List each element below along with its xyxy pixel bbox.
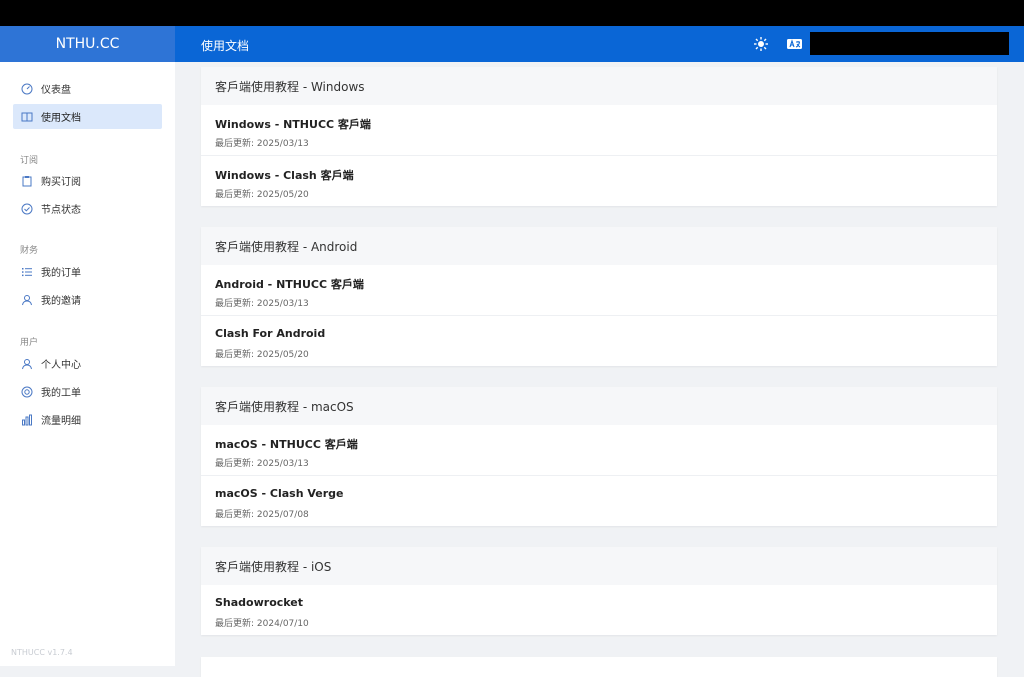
sidebar-item-label: 购买订阅 xyxy=(41,177,81,188)
check-circle-icon xyxy=(21,203,33,214)
user-menu[interactable] xyxy=(810,32,1009,55)
doc-title: Clash For Android xyxy=(215,327,326,340)
doc-updated-date: 最后更新: 2024/07/10 xyxy=(215,619,309,629)
sidebar-item-label: 我的工单 xyxy=(41,388,81,399)
sidebar-item-label: 流量明细 xyxy=(41,416,81,427)
bar-chart-icon xyxy=(22,414,32,425)
sidebar-item-label: 我的邀请 xyxy=(41,296,81,307)
sidebar-item-profile[interactable]: 个人中心 xyxy=(13,351,162,376)
doc-item[interactable]: Windows - Clash 客戶端 最后更新: 2025/05/20 xyxy=(201,156,997,206)
doc-item[interactable]: Android - NTHUCC 客戶端 最后更新: 2025/03/13 xyxy=(201,265,997,316)
sidebar-group-finance: 财务 xyxy=(20,246,39,256)
docs-section-ios: 客戶端使用教程 - iOS Shadowrocket 最后更新: 2024/07… xyxy=(201,547,997,635)
sidebar-item-label: 我的订单 xyxy=(41,268,81,279)
brand-logo[interactable]: NTHU.CC xyxy=(0,26,175,62)
section-title: 客戶端使用教程 - iOS xyxy=(201,547,997,585)
sidebar-item-traffic[interactable]: 流量明细 xyxy=(13,407,162,432)
doc-title: macOS - Clash Verge xyxy=(215,487,344,500)
sidebar-item-docs[interactable]: 使用文档 xyxy=(13,104,162,129)
sidebar-item-orders[interactable]: 我的订单 xyxy=(13,259,162,284)
lifebuoy-icon xyxy=(21,386,33,397)
docs-section-windows: 客戶端使用教程 - Windows Windows - NTHUCC 客戶端 最… xyxy=(201,67,997,206)
doc-title: Android - NTHUCC 客戶端 xyxy=(215,278,364,291)
top-header: 使用文档 xyxy=(175,26,1024,62)
dashboard-icon xyxy=(21,83,33,94)
theme-toggle-icon[interactable] xyxy=(753,36,769,52)
doc-updated-date: 最后更新: 2025/03/13 xyxy=(215,139,309,149)
sidebar-item-label: 个人中心 xyxy=(41,360,81,371)
sidebar-item-buy-subscription[interactable]: 购买订阅 xyxy=(13,168,162,193)
clipboard-icon xyxy=(22,175,32,186)
doc-updated-date: 最后更新: 2025/05/20 xyxy=(215,190,309,200)
doc-title: Windows - NTHUCC 客戶端 xyxy=(215,118,371,131)
sidebar-item-label: 节点状态 xyxy=(41,205,81,216)
docs-section-android: 客戶端使用教程 - Android Android - NTHUCC 客戶端 最… xyxy=(201,227,997,366)
section-title: 客戶端使用教程 - Windows xyxy=(201,67,997,105)
doc-item[interactable]: Clash For Android 最后更新: 2025/05/20 xyxy=(201,316,997,366)
doc-item[interactable]: macOS - Clash Verge 最后更新: 2025/07/08 xyxy=(201,476,997,526)
doc-item[interactable]: Shadowrocket 最后更新: 2024/07/10 xyxy=(201,585,997,635)
list-icon xyxy=(22,267,32,276)
language-icon[interactable] xyxy=(786,36,803,52)
top-black-strip xyxy=(0,0,1024,26)
docs-section-next xyxy=(201,657,997,677)
invite-icon xyxy=(22,294,32,305)
doc-title: Shadowrocket xyxy=(215,596,304,609)
section-title: 客戶端使用教程 - Android xyxy=(201,227,997,265)
sidebar-item-dashboard[interactable]: 仪表盘 xyxy=(13,76,162,101)
docs-section-macos: 客戶端使用教程 - macOS macOS - NTHUCC 客戶端 最后更新:… xyxy=(201,387,997,526)
sidebar-group-subscription: 订阅 xyxy=(20,156,39,166)
book-icon xyxy=(21,112,33,121)
sidebar-group-user: 用户 xyxy=(20,338,39,348)
app-version: NTHUCC v1.7.4 xyxy=(11,648,73,657)
section-title: 客戶端使用教程 - macOS xyxy=(201,387,997,425)
sidebar-item-invites[interactable]: 我的邀请 xyxy=(13,287,162,312)
doc-item[interactable]: Windows - NTHUCC 客戶端 最后更新: 2025/03/13 xyxy=(201,105,997,156)
sidebar-item-label: 仪表盘 xyxy=(41,85,71,96)
doc-title: Windows - Clash 客戶端 xyxy=(215,169,354,182)
main-content: 客戶端使用教程 - Windows Windows - NTHUCC 客戶端 最… xyxy=(175,62,1024,677)
doc-updated-date: 最后更新: 2025/07/08 xyxy=(215,510,309,520)
doc-title: macOS - NTHUCC 客戶端 xyxy=(215,438,358,451)
doc-item[interactable]: macOS - NTHUCC 客戶端 最后更新: 2025/03/13 xyxy=(201,425,997,476)
doc-updated-date: 最后更新: 2025/03/13 xyxy=(215,299,309,309)
sidebar-item-label: 使用文档 xyxy=(41,113,81,124)
doc-updated-date: 最后更新: 2025/05/20 xyxy=(215,350,309,360)
sidebar-item-tickets[interactable]: 我的工单 xyxy=(13,379,162,404)
sidebar-item-node-status[interactable]: 节点状态 xyxy=(13,196,162,221)
page-title: 使用文档 xyxy=(201,39,250,53)
user-icon xyxy=(22,358,32,369)
doc-updated-date: 最后更新: 2025/03/13 xyxy=(215,459,309,469)
sidebar: 仪表盘 使用文档 订阅 购买订阅 节点状态 财务 我的订单 我的邀请 用户 个人… xyxy=(0,62,175,666)
